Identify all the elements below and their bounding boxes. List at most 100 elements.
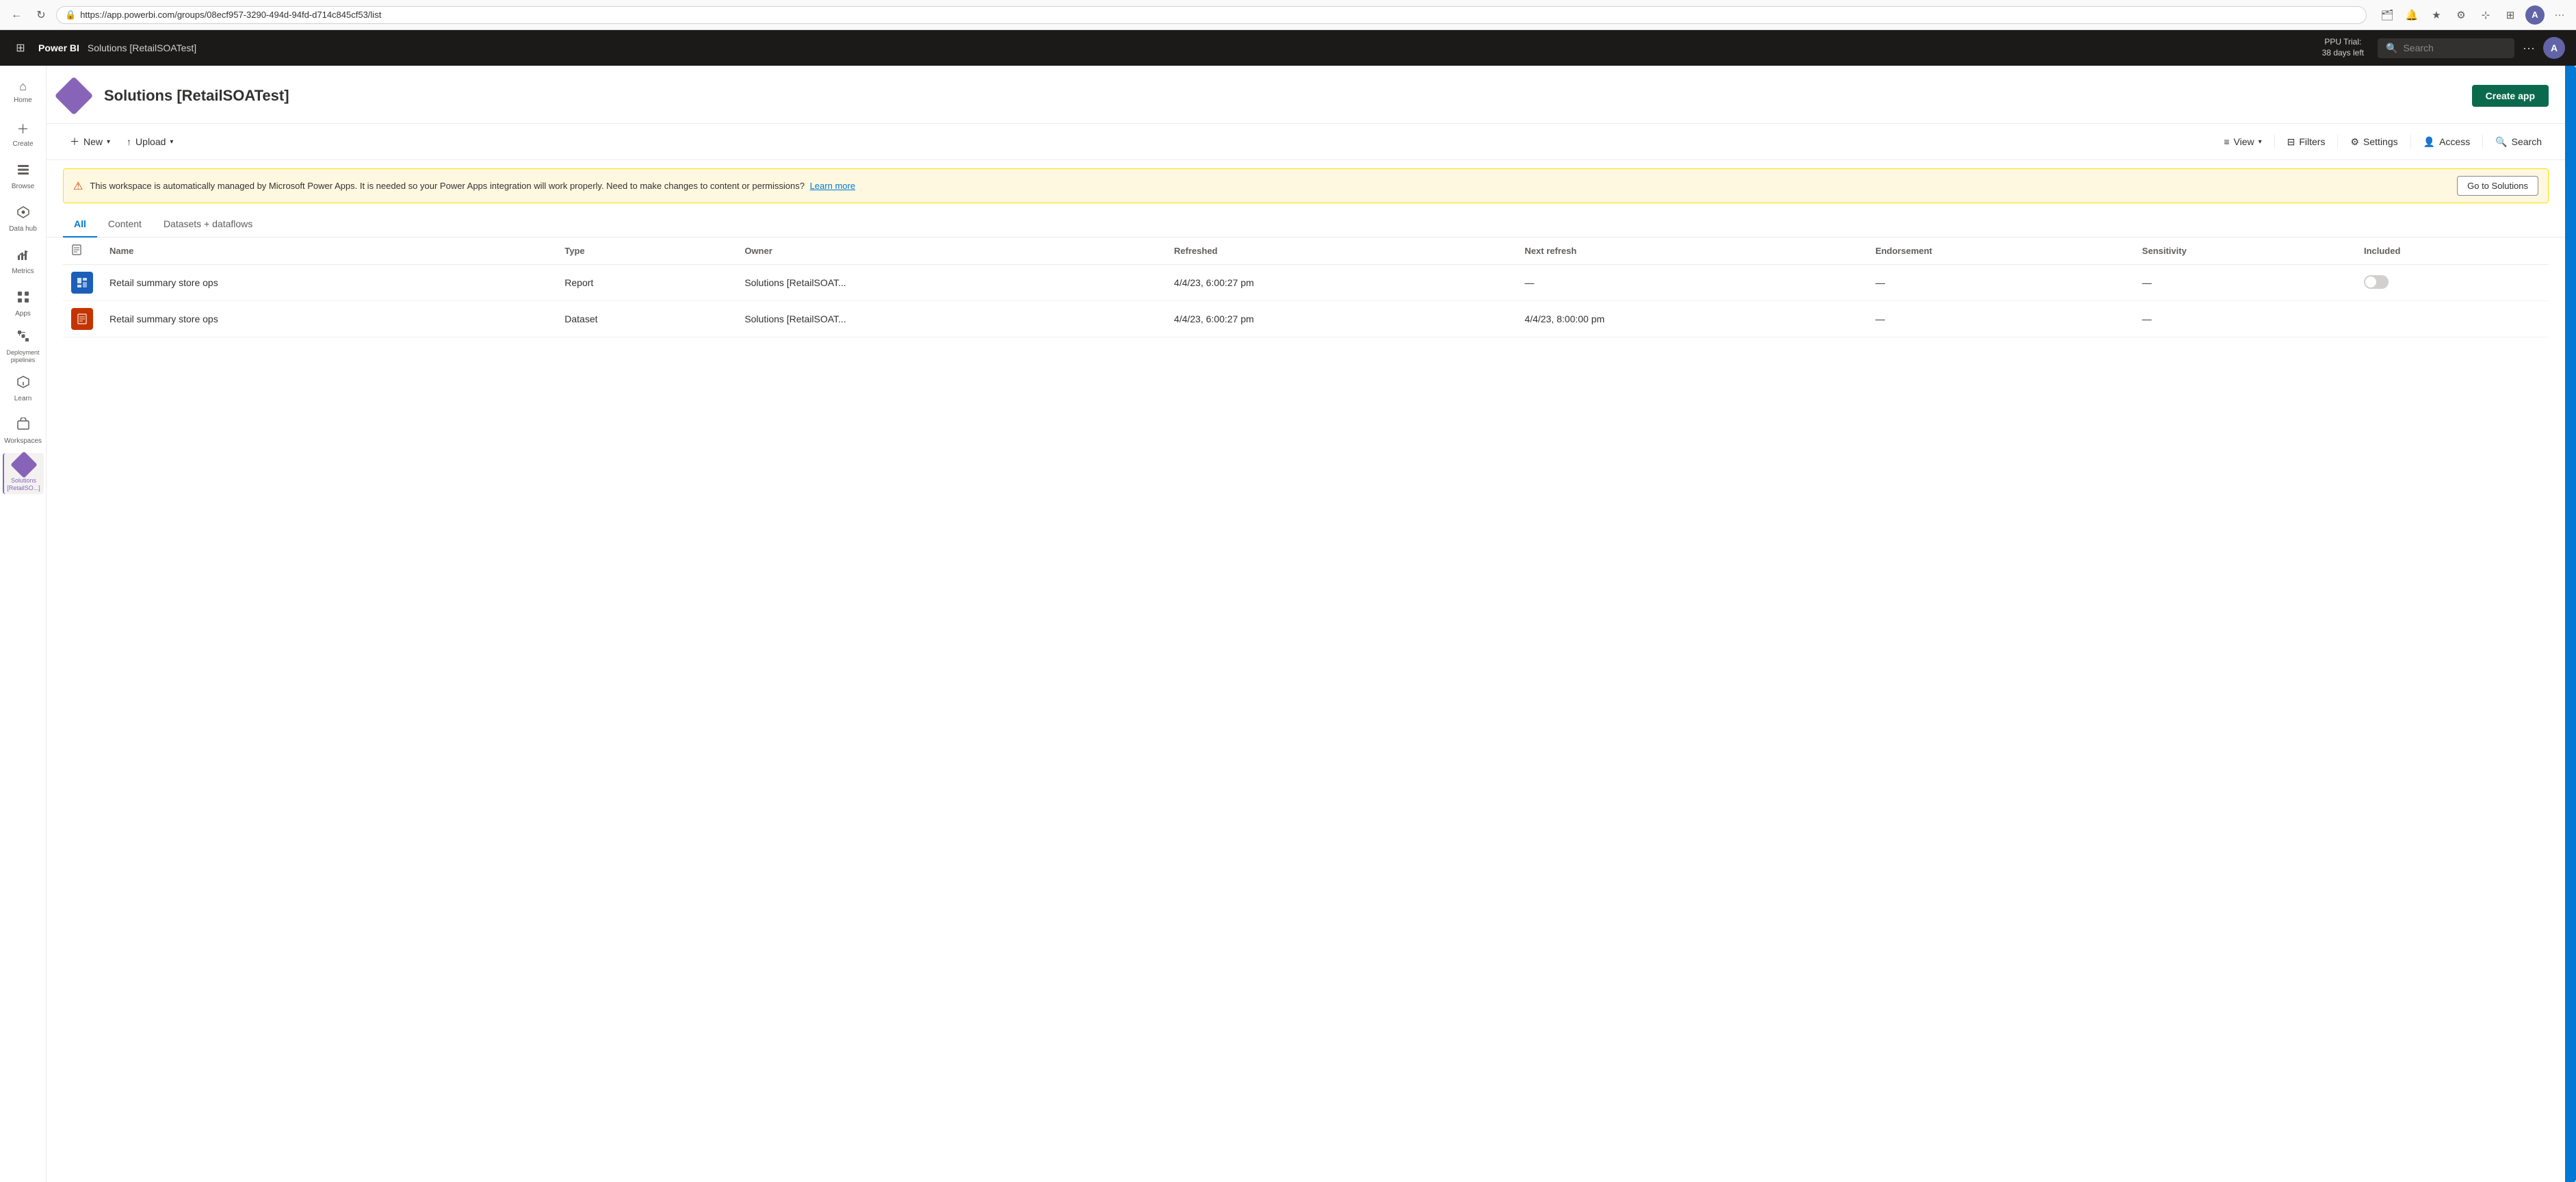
view-button[interactable]: ≡ View ▾ xyxy=(2217,132,2268,151)
table-row[interactable]: Retail summary store ops Dataset Solutio… xyxy=(63,301,2549,337)
tab-all[interactable]: All xyxy=(63,211,97,237)
report-icon xyxy=(71,272,93,294)
browser-icon-settings[interactable]: ⚙ xyxy=(2451,5,2471,25)
page-header-diamond-icon xyxy=(55,77,94,116)
col-header-sensitivity[interactable]: Sensitivity xyxy=(2134,237,2356,265)
sidebar-item-home[interactable]: ⌂ Home xyxy=(3,71,44,112)
back-button[interactable]: ← xyxy=(7,5,26,25)
col-header-owner[interactable]: Owner xyxy=(736,237,1166,265)
row1-included xyxy=(2356,265,2549,301)
solutions-diamond-wrapper xyxy=(14,455,34,474)
search-placeholder: Search xyxy=(2403,42,2433,53)
col-header-name[interactable]: Name xyxy=(101,237,556,265)
sidebar-item-create[interactable]: ＋ Create xyxy=(3,114,44,155)
sidebar-item-learn[interactable]: Learn xyxy=(3,368,44,409)
create-app-button[interactable]: Create app xyxy=(2472,85,2549,107)
access-button[interactable]: 👤 Access xyxy=(2417,132,2477,152)
browser-icon-alert[interactable]: 🔔 xyxy=(2402,5,2421,25)
row2-included xyxy=(2356,301,2549,337)
app-name: Power BI xyxy=(38,42,79,53)
row2-next-refresh: 4/4/23, 8:00:00 pm xyxy=(1516,301,1867,337)
warning-banner: ⚠ This workspace is automatically manage… xyxy=(63,168,2549,203)
toolbar-separator-2 xyxy=(2337,135,2338,149)
browser-icon-apps[interactable]: ⊞ xyxy=(2501,5,2520,25)
browser-icon-collections[interactable]: 🗂 xyxy=(2378,5,2397,25)
sidebar-item-datahub[interactable]: Data hub xyxy=(3,198,44,240)
search-toolbar-button[interactable]: 🔍 Search xyxy=(2488,132,2549,152)
view-icon: ≡ xyxy=(2224,136,2229,147)
learn-more-link[interactable]: Learn more xyxy=(810,181,855,191)
toolbar-separator-3 xyxy=(2410,135,2411,149)
col-header-type[interactable]: Type xyxy=(556,237,736,265)
row2-sensitivity: — xyxy=(2134,301,2356,337)
top-search-box[interactable]: 🔍 Search xyxy=(2378,38,2514,58)
filters-button[interactable]: ⊟ Filters xyxy=(2280,132,2332,152)
solutions-diamond-icon xyxy=(10,451,38,478)
browser-more[interactable]: ··· xyxy=(2550,5,2569,25)
upload-chevron-icon: ▾ xyxy=(170,138,173,146)
page-title: Solutions [RetailSOATest] xyxy=(104,87,2472,105)
table-row[interactable]: Retail summary store ops Report Solution… xyxy=(63,265,2549,301)
deployment-icon xyxy=(16,329,30,346)
sidebar-item-apps[interactable]: Apps xyxy=(3,283,44,324)
access-icon: 👤 xyxy=(2423,136,2435,148)
filters-icon: ⊟ xyxy=(2287,136,2295,148)
workspace-name: Solutions [RetailSOATest] xyxy=(88,42,196,53)
upload-icon: ↑ xyxy=(127,136,131,147)
datahub-icon xyxy=(16,205,30,222)
col-header-refreshed[interactable]: Refreshed xyxy=(1166,237,1517,265)
workspaces-icon xyxy=(16,417,30,435)
settings-button[interactable]: ⚙ Settings xyxy=(2343,132,2404,152)
settings-icon: ⚙ xyxy=(2350,136,2359,148)
sidebar-item-deployment[interactable]: Deployment pipelines xyxy=(3,326,44,367)
address-bar[interactable]: 🔒 https://app.powerbi.com/groups/08ecf95… xyxy=(56,6,2367,24)
col-header-icon xyxy=(63,237,101,265)
page-content: Solutions [RetailSOATest] Create app ＋ N… xyxy=(47,66,2565,1182)
browser-avatar[interactable]: A xyxy=(2525,5,2545,25)
col-header-endorsement[interactable]: Endorsement xyxy=(1867,237,2134,265)
dataset-icon xyxy=(71,308,93,330)
browser-icon-star[interactable]: ★ xyxy=(2427,5,2446,25)
table-container: Name Type Owner Refreshed Next refresh E… xyxy=(47,237,2565,337)
learn-icon xyxy=(16,375,30,392)
col-header-next-refresh[interactable]: Next refresh xyxy=(1516,237,1867,265)
page-header-icon-wrapper xyxy=(63,79,96,112)
top-nav-more[interactable]: ··· xyxy=(2523,41,2535,55)
toolbar-separator-1 xyxy=(2274,135,2275,149)
top-nav-avatar[interactable]: A xyxy=(2543,37,2565,59)
col-header-included[interactable]: Included xyxy=(2356,237,2549,265)
row2-endorsement: — xyxy=(1867,301,2134,337)
right-panel-edge xyxy=(2565,66,2576,1182)
row2-name: Retail summary store ops xyxy=(101,301,556,337)
sidebar-item-solutions[interactable]: Solutions [RetailSO...] xyxy=(3,453,44,494)
browser-bar: ← ↻ 🔒 https://app.powerbi.com/groups/08e… xyxy=(0,0,2576,30)
tab-datasets[interactable]: Datasets + dataflows xyxy=(153,211,263,237)
tabs: All Content Datasets + dataflows xyxy=(47,211,2565,237)
warning-icon: ⚠ xyxy=(73,179,83,193)
nav-apps-grid[interactable]: ⊞ xyxy=(11,38,30,57)
create-icon: ＋ xyxy=(17,120,29,138)
sidebar-item-workspaces[interactable]: Workspaces xyxy=(3,411,44,452)
row1-toggle[interactable] xyxy=(2364,275,2389,289)
toolbar: ＋ New ▾ ↑ Upload ▾ ≡ View ▾ ⊟ xyxy=(47,124,2565,160)
go-to-solutions-button[interactable]: Go to Solutions xyxy=(2457,176,2538,196)
new-button[interactable]: ＋ New ▾ xyxy=(63,131,117,153)
new-plus-icon: ＋ xyxy=(70,135,79,149)
browse-icon xyxy=(16,163,30,180)
reload-button[interactable]: ↻ xyxy=(31,5,51,25)
apps-icon xyxy=(16,290,30,307)
sidebar-item-browse[interactable]: Browse xyxy=(3,156,44,197)
main-area: ⌂ Home ＋ Create Browse xyxy=(0,66,2576,1182)
sidebar-item-metrics[interactable]: Metrics xyxy=(3,241,44,282)
row1-type: Report xyxy=(556,265,736,301)
row2-icon-cell xyxy=(63,301,101,337)
upload-button[interactable]: ↑ Upload ▾ xyxy=(120,132,180,151)
ppu-trial: PPU Trial: 38 days left xyxy=(2322,37,2364,58)
app-shell: ⊞ Power BI Solutions [RetailSOATest] PPU… xyxy=(0,30,2576,1182)
row1-name: Retail summary store ops xyxy=(101,265,556,301)
browser-icon-bookmark[interactable]: ⊹ xyxy=(2476,5,2495,25)
tab-content[interactable]: Content xyxy=(97,211,153,237)
row1-sensitivity: — xyxy=(2134,265,2356,301)
row1-icon-cell xyxy=(63,265,101,301)
search-toolbar-icon: 🔍 xyxy=(2495,136,2507,148)
